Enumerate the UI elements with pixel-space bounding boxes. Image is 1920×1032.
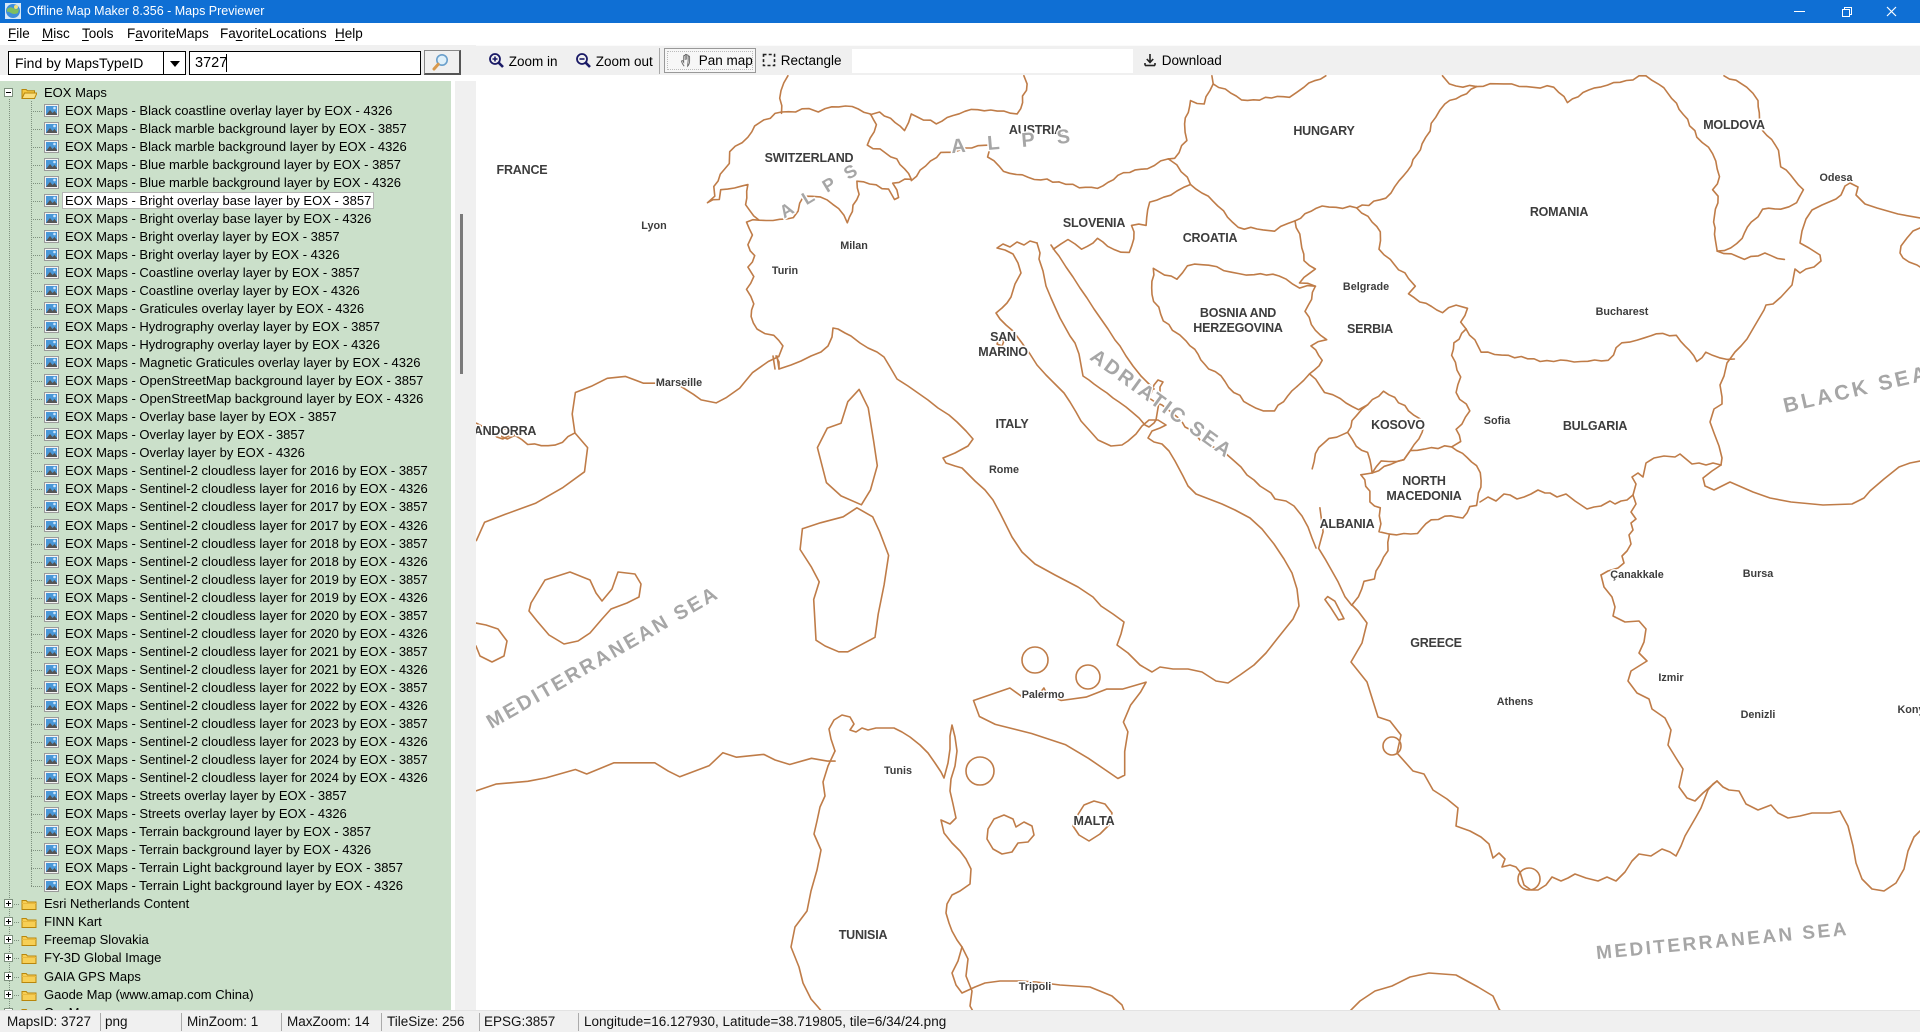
svg-text:Sofia: Sofia [1484, 415, 1511, 427]
svg-text:KOSOVO: KOSOVO [1371, 418, 1425, 432]
svg-text:MEDITERRANEAN SEA: MEDITERRANEAN SEA [483, 582, 723, 733]
svg-text:Tunis: Tunis [884, 765, 912, 777]
svg-text:MARINO: MARINO [978, 345, 1028, 359]
svg-text:FRANCE: FRANCE [497, 163, 548, 177]
svg-text:TUNISIA: TUNISIA [839, 928, 888, 942]
svg-text:Bucharest: Bucharest [1596, 306, 1649, 318]
svg-text:SWITZERLAND: SWITZERLAND [765, 151, 854, 165]
svg-text:GREECE: GREECE [1410, 636, 1462, 650]
svg-text:Milan: Milan [840, 240, 868, 252]
svg-text:BOSNIA AND: BOSNIA AND [1200, 306, 1276, 320]
svg-text:BULGARIA: BULGARIA [1563, 419, 1628, 433]
svg-text:MOLDOVA: MOLDOVA [1703, 118, 1765, 132]
svg-text:SAN: SAN [990, 330, 1016, 344]
svg-text:SERBIA: SERBIA [1347, 322, 1393, 336]
svg-text:BLACK SEA: BLACK SEA [1781, 362, 1920, 418]
svg-text:ANDORRA: ANDORRA [476, 424, 536, 438]
svg-text:Turin: Turin [772, 265, 798, 277]
svg-text:MALTA: MALTA [1074, 814, 1115, 828]
svg-text:ALPS: ALPS [950, 124, 1093, 158]
svg-text:Athens: Athens [1497, 696, 1534, 708]
svg-text:HERZEGOVINA: HERZEGOVINA [1193, 321, 1283, 335]
svg-text:Rome: Rome [989, 464, 1019, 476]
svg-text:Konya: Konya [1898, 704, 1920, 716]
svg-text:MACEDONIA: MACEDONIA [1386, 489, 1461, 503]
svg-text:ALBANIA: ALBANIA [1320, 517, 1375, 531]
svg-text:Tripoli: Tripoli [1019, 981, 1051, 993]
svg-text:ITALY: ITALY [995, 417, 1029, 431]
svg-text:Çanakkale: Çanakkale [1610, 569, 1663, 581]
svg-text:Marseille: Marseille [656, 377, 702, 389]
svg-text:Lyon: Lyon [641, 220, 666, 232]
svg-text:Denizli: Denizli [1741, 709, 1776, 721]
svg-text:NORTH: NORTH [1402, 474, 1446, 488]
svg-text:Bursa: Bursa [1743, 568, 1775, 580]
svg-text:Izmir: Izmir [1658, 672, 1684, 684]
svg-text:Palermo: Palermo [1022, 689, 1065, 701]
svg-text:MEDITERRANEAN SEA: MEDITERRANEAN SEA [1595, 919, 1849, 964]
svg-text:Belgrade: Belgrade [1343, 281, 1389, 293]
svg-text:Odesa: Odesa [1819, 172, 1853, 184]
svg-text:SLOVENIA: SLOVENIA [1063, 216, 1125, 230]
svg-text:CROATIA: CROATIA [1183, 231, 1238, 245]
svg-text:HUNGARY: HUNGARY [1293, 124, 1355, 138]
svg-text:ROMANIA: ROMANIA [1530, 205, 1588, 219]
